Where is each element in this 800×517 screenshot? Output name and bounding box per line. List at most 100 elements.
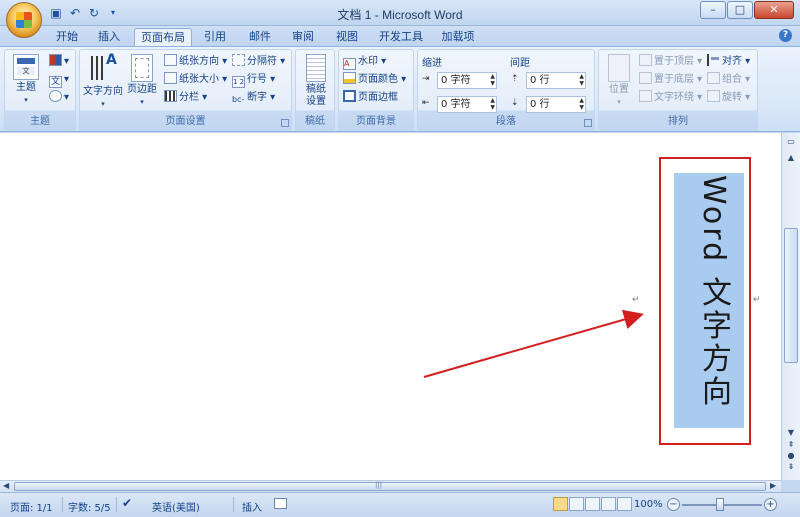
ribbon-tabs: 开始 插入 页面布局 引用 邮件 审阅 视图 开发工具 加载项 [0, 26, 800, 46]
page-setup-launcher-icon[interactable] [281, 119, 289, 127]
orientation-icon [164, 54, 177, 66]
office-button[interactable] [6, 2, 42, 38]
scroll-down-icon[interactable]: ▼ [785, 428, 797, 437]
group-page-setup: A 文字方向 ▾ 页边距 ▾ 纸张方向 ▾ 纸张大小 ▾ 分栏 ▾ 分隔符 ▾ … [79, 49, 292, 131]
language-indicator[interactable]: 英语(美国) [152, 499, 200, 514]
page-color-button[interactable]: 页面颜色 ▾ [343, 72, 406, 88]
browse-object-icon[interactable]: ● [785, 451, 797, 460]
zoom-out-icon[interactable]: − [667, 498, 680, 511]
next-page-icon[interactable]: ⇟ [785, 462, 797, 471]
spinner-arrows-icon[interactable]: ▲ ▼ [490, 97, 495, 111]
tab-insert[interactable]: 插入 [94, 28, 124, 46]
theme-fonts-button[interactable]: 文 ▾ [49, 72, 69, 88]
spacing-after-value: 0 行 [530, 99, 550, 110]
breaks-button[interactable]: 分隔符 ▾ [232, 54, 285, 70]
insert-mode[interactable]: 插入 [242, 499, 262, 514]
themes-button[interactable]: 文 主题 ▾ [11, 54, 41, 106]
size-button[interactable]: 纸张大小 ▾ [164, 72, 227, 88]
maximize-button[interactable]: □ [727, 1, 753, 19]
vertical-text[interactable]: Word 文字方向 [686, 175, 736, 427]
print-layout-view-icon[interactable] [553, 497, 568, 511]
rotate-label: 旋转 [722, 92, 742, 103]
zoom-in-icon[interactable]: + [764, 498, 777, 511]
page-indicator[interactable]: 页面: 1/1 [10, 499, 53, 514]
tab-developer[interactable]: 开发工具 [376, 28, 426, 46]
tab-mailings[interactable]: 邮件 [245, 28, 275, 46]
orientation-button[interactable]: 纸张方向 ▾ [164, 54, 227, 70]
text-direction-button[interactable]: A 文字方向 ▾ [82, 53, 124, 110]
text-wrap-button[interactable]: 文字环绕 ▾ [639, 90, 702, 106]
title-bar: ▣ ↶ ↻ ▾ 文档 1 - Microsoft Word – □ ✕ [0, 0, 800, 38]
full-screen-reading-view-icon[interactable] [569, 497, 584, 511]
vertical-scroll-thumb[interactable] [784, 228, 798, 363]
close-button[interactable]: ✕ [754, 1, 794, 19]
group-label-paragraph: 段落 [496, 116, 516, 127]
help-icon[interactable]: ? [779, 29, 792, 42]
position-button[interactable]: 位置 ▾ [603, 54, 635, 108]
send-back-button[interactable]: 置于底层 ▾ [639, 72, 702, 88]
text-wrap-icon [639, 90, 652, 102]
tab-home[interactable]: 开始 [52, 28, 82, 46]
align-button[interactable]: 对齐 ▾ [707, 54, 750, 70]
spacing-after-field[interactable]: 0 行 ▲ ▼ [526, 96, 586, 113]
group-manuscript: 稿纸 设置 稿纸 [295, 49, 335, 131]
group-label-page-setup: 页面设置 [165, 116, 206, 127]
theme-effects-button[interactable]: ▾ [49, 90, 69, 106]
minimize-button[interactable]: – [700, 1, 726, 19]
tab-review[interactable]: 审阅 [288, 28, 318, 46]
size-label: 纸张大小 [179, 74, 219, 85]
columns-button[interactable]: 分栏 ▾ [164, 90, 207, 106]
window-controls: – □ ✕ [700, 1, 794, 19]
scroll-left-icon[interactable]: ◀ [3, 481, 9, 490]
horizontal-scroll-thumb[interactable] [14, 482, 766, 491]
spinner-arrows-icon[interactable]: ▲ ▼ [579, 97, 584, 111]
manuscript-settings-button[interactable]: 稿纸 设置 [300, 54, 332, 108]
line-numbers-icon: 1 2 [232, 76, 245, 88]
line-numbers-label: 行号 [247, 74, 267, 85]
macro-record-icon[interactable] [274, 498, 287, 509]
line-numbers-button[interactable]: 1 2 行号 ▾ [232, 72, 275, 88]
columns-icon [164, 90, 177, 102]
rotate-button[interactable]: 旋转 ▾ [707, 90, 750, 106]
group-objects-icon [707, 72, 720, 84]
tab-view[interactable]: 视图 [332, 28, 362, 46]
group-arrange: 位置 ▾ 置于顶层 ▾ 置于底层 ▾ 文字环绕 ▾ 对齐 ▾ 组合 ▾ 旋转 ▾… [598, 49, 758, 131]
indent-label: 缩进 [422, 58, 442, 69]
zoom-slider-thumb[interactable] [716, 498, 724, 511]
watermark-button[interactable]: A 水印 ▾ [343, 54, 386, 70]
spacing-before-field[interactable]: 0 行 ▲ ▼ [526, 72, 586, 89]
previous-page-icon[interactable]: ⇞ [785, 440, 797, 449]
group-objects-label: 组合 [722, 74, 742, 85]
bring-front-button[interactable]: 置于顶层 ▾ [639, 54, 702, 70]
vertical-textbox-highlight[interactable]: Word 文字方向 [659, 157, 751, 445]
ruler-toggle-icon[interactable]: ▭ [785, 137, 797, 146]
vertical-scrollbar[interactable]: ▭ ▲ ▼ ⇞ ● ⇟ [781, 133, 800, 480]
word-count[interactable]: 字数: 5/5 [68, 499, 111, 514]
outline-view-icon[interactable] [601, 497, 616, 511]
zoom-level[interactable]: 100% [634, 499, 663, 510]
tab-references[interactable]: 引用 [200, 28, 230, 46]
status-separator [233, 497, 234, 512]
scroll-up-icon[interactable]: ▲ [785, 153, 797, 162]
web-layout-view-icon[interactable] [585, 497, 600, 511]
margins-button[interactable]: 页边距 ▾ [124, 54, 160, 108]
tab-page-layout[interactable]: 页面布局 [134, 28, 192, 46]
spinner-arrows-icon[interactable]: ▲ ▼ [579, 73, 584, 87]
hyphenation-icon: bc- [232, 95, 245, 104]
indent-left-field[interactable]: 0 字符 ▲ ▼ [437, 72, 497, 89]
tab-addins[interactable]: 加载项 [438, 28, 478, 46]
page-borders-label: 页面边框 [358, 92, 398, 103]
theme-colors-button[interactable]: ▾ [49, 54, 69, 70]
hyphenation-button[interactable]: bc- 断字 ▾ [232, 90, 275, 106]
draft-view-icon[interactable] [617, 497, 632, 511]
indent-right-field[interactable]: 0 字符 ▲ ▼ [437, 96, 497, 113]
scroll-right-icon[interactable]: ▶ [770, 481, 776, 490]
group-objects-button[interactable]: 组合 ▾ [707, 72, 750, 88]
proofing-icon[interactable]: ✔ [122, 496, 132, 510]
horizontal-scrollbar[interactable]: ◀ ||| ▶ [0, 480, 781, 492]
orientation-label: 纸张方向 [179, 56, 219, 67]
indent-left-value: 0 字符 [441, 75, 471, 86]
page-borders-button[interactable]: 页面边框 [343, 90, 398, 106]
spinner-arrows-icon[interactable]: ▲ ▼ [490, 73, 495, 87]
paragraph-launcher-icon[interactable] [584, 119, 592, 127]
